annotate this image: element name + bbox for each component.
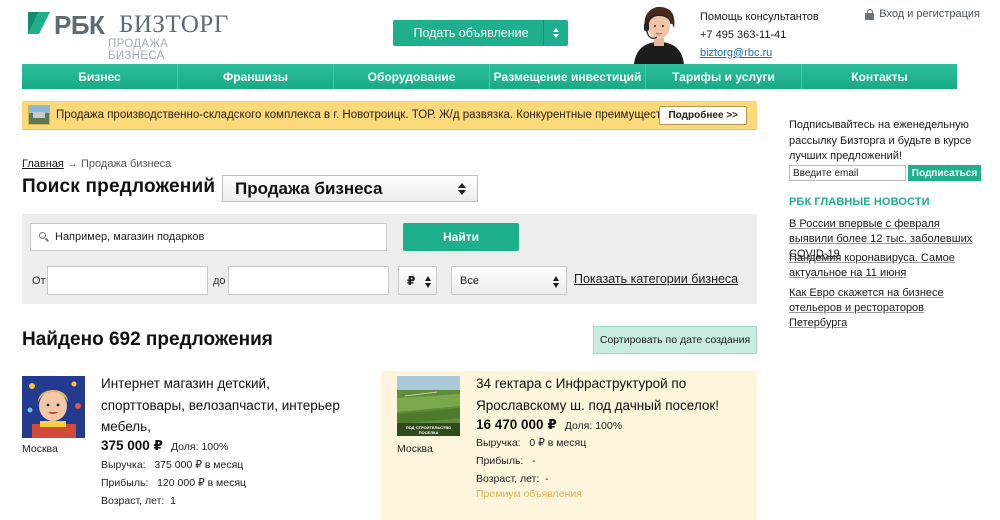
age-label: Возраст, лет: <box>101 495 165 507</box>
listing-share: Доля: 100% <box>170 441 229 453</box>
promo-more-button[interactable]: Подробнее >> <box>659 106 747 125</box>
listing-title-line: 34 гектара с Инфраструктурой по <box>476 376 687 391</box>
svg-text:ПОСЕЛКА: ПОСЕЛКА <box>419 430 439 435</box>
listing-image[interactable]: ПОД СТРОИТЕЛЬСТВО ПОСЕЛКА <box>397 376 460 436</box>
listing-share: Доля: 100% <box>564 420 623 432</box>
nav-item-tariffs[interactable]: Тарифы и услуги <box>646 64 802 89</box>
promo-thumbnail <box>28 105 50 125</box>
listing-price: 375 000 ₽ <box>101 438 163 453</box>
nav-item-contacts[interactable]: Контакты <box>802 64 957 89</box>
listing-type-select[interactable]: Продажа бизнеса <box>222 175 478 202</box>
breadcrumb-current: Продажа бизнеса <box>81 158 172 170</box>
promo-banner[interactable]: Продажа производственно-складского компл… <box>22 101 757 130</box>
age-value: 1 <box>170 495 176 507</box>
logo-brand-text: БИЗТОРГ <box>119 11 229 38</box>
listing-price-row: 375 000 ₽ Доля: 100% <box>101 438 228 454</box>
subscribe-email-input[interactable]: Введите email <box>789 165 906 181</box>
page-title: Поиск предложений <box>22 176 216 197</box>
search-field[interactable] <box>30 223 387 251</box>
post-ad-dropdown-icon[interactable] <box>544 28 568 38</box>
listing-title-line: спорттовары, велозапчасти, интерьер <box>101 397 340 413</box>
post-ad-label: Подать объявление <box>413 26 529 40</box>
revenue-value: 0 ₽ в месяц <box>529 437 587 449</box>
rbk-logo-icon <box>28 12 50 34</box>
select-arrows-icon <box>553 276 559 288</box>
help-block: Помощь консультантов +7 495 363-11-41 bi… <box>700 9 819 61</box>
price-to-input[interactable] <box>228 266 389 295</box>
search-panel: Найти От до ₽ Все Показать категории биз… <box>22 214 757 304</box>
search-input[interactable] <box>55 231 375 243</box>
search-icon <box>39 232 49 242</box>
nav-item-franchises[interactable]: Франшизы <box>178 64 334 89</box>
revenue-value: 375 000 ₽ в месяц <box>154 459 244 471</box>
listing-title-line: мебель, <box>101 419 151 434</box>
login-link[interactable]: Вход и регистрация <box>865 8 980 20</box>
help-phone[interactable]: +7 495 363-11-41 <box>700 27 819 43</box>
select-arrows-icon <box>425 276 431 288</box>
sort-button[interactable]: Сортировать по дате создания <box>593 326 757 354</box>
listing-price-row: 16 470 000 ₽ Доля: 100% <box>476 417 622 433</box>
logo-rbk-text: РБК <box>54 10 105 40</box>
select-arrows-icon <box>458 183 466 195</box>
profit-label: Прибыль: <box>101 477 149 489</box>
logo-subtitle: ПРОДАЖА БИЗНЕСА <box>108 38 169 62</box>
breadcrumb-home[interactable]: Главная <box>22 158 64 170</box>
nav-item-business[interactable]: Бизнес <box>22 64 178 89</box>
show-categories-link[interactable]: Показать категории бизнеса <box>574 272 738 286</box>
subscribe-text: Подписывайтесь на еженедельную рассылку … <box>789 119 972 162</box>
currency-select[interactable]: ₽ <box>398 266 437 295</box>
site-logo[interactable]: РБК БИЗТОРГ ПРОДАЖА БИЗНЕСА <box>28 10 228 62</box>
help-email-link[interactable]: biztorg@rbc.ru <box>700 45 819 61</box>
profit-label: Прибыль: <box>476 455 524 467</box>
listing-title[interactable]: Интернет магазин детский, спорттовары, в… <box>101 373 340 438</box>
news-item[interactable]: Как Евро скажется на бизнесе отельеров и… <box>789 286 981 331</box>
breadcrumb: Главная → Продажа бизнеса <box>22 158 171 170</box>
currency-value: ₽ <box>407 273 416 288</box>
premium-badge[interactable]: Премиум объявления <box>476 488 582 500</box>
post-ad-button[interactable]: Подать объявление <box>393 20 568 46</box>
login-label: Вход и регистрация <box>879 8 980 20</box>
listing-meta: Выручка: 0 ₽ в месяц Прибыль: - Возраст,… <box>476 434 586 488</box>
news-item-text: Как Евро скажется на бизнесе отельеров и… <box>789 287 944 329</box>
nav-item-equipment[interactable]: Оборудование <box>334 64 490 89</box>
help-title: Помощь консультантов <box>700 11 819 23</box>
listing-title-line: Ярославскому ш. под дачный поселок! <box>476 397 720 413</box>
lock-icon <box>865 8 875 20</box>
subscribe-button[interactable]: Подписаться <box>908 165 981 181</box>
age-label: Возраст, лет: <box>476 473 540 485</box>
breadcrumb-separator: → <box>66 158 78 170</box>
listing-title-line: Интернет магазин детский, <box>101 376 270 391</box>
age-value: - <box>545 473 549 485</box>
price-from-input[interactable] <box>47 266 208 295</box>
news-item[interactable]: Пандемия коронавируса. Самое актуальное … <box>789 251 981 281</box>
listing-price: 16 470 000 ₽ <box>476 417 557 432</box>
category-select[interactable]: Все <box>451 266 567 295</box>
revenue-label: Выручка: <box>101 459 146 471</box>
listing-meta: Выручка: 375 000 ₽ в месяц Прибыль: 120 … <box>101 456 246 510</box>
nav-item-investments[interactable]: Размещение инвестиций <box>490 64 646 89</box>
profit-value: - <box>532 455 536 467</box>
listing-city: Москва <box>22 443 58 455</box>
news-heading[interactable]: РБК ГЛАВНЫЕ НОВОСТИ <box>789 196 930 208</box>
news-item-text: Пандемия коронавируса. Самое актуальное … <box>789 252 955 279</box>
listing-image[interactable] <box>22 376 85 438</box>
find-button[interactable]: Найти <box>403 223 519 251</box>
support-operator-avatar <box>634 6 684 64</box>
listing-title[interactable]: 34 гектара с Инфраструктурой по Ярославс… <box>476 373 719 416</box>
revenue-label: Выручка: <box>476 437 521 449</box>
category-value: Все <box>460 274 479 287</box>
main-nav: Бизнес Франшизы Оборудование Размещение … <box>22 64 957 89</box>
profit-value: 120 000 ₽ в месяц <box>157 477 247 489</box>
results-count: Найдено 692 предложения <box>22 329 273 350</box>
listing-type-value: Продажа бизнеса <box>235 178 383 198</box>
listing-city: Москва <box>397 443 433 455</box>
price-to-label: до <box>213 275 226 287</box>
promo-text[interactable]: Продажа производственно-складского компл… <box>56 109 677 121</box>
price-from-label: От <box>32 275 46 287</box>
